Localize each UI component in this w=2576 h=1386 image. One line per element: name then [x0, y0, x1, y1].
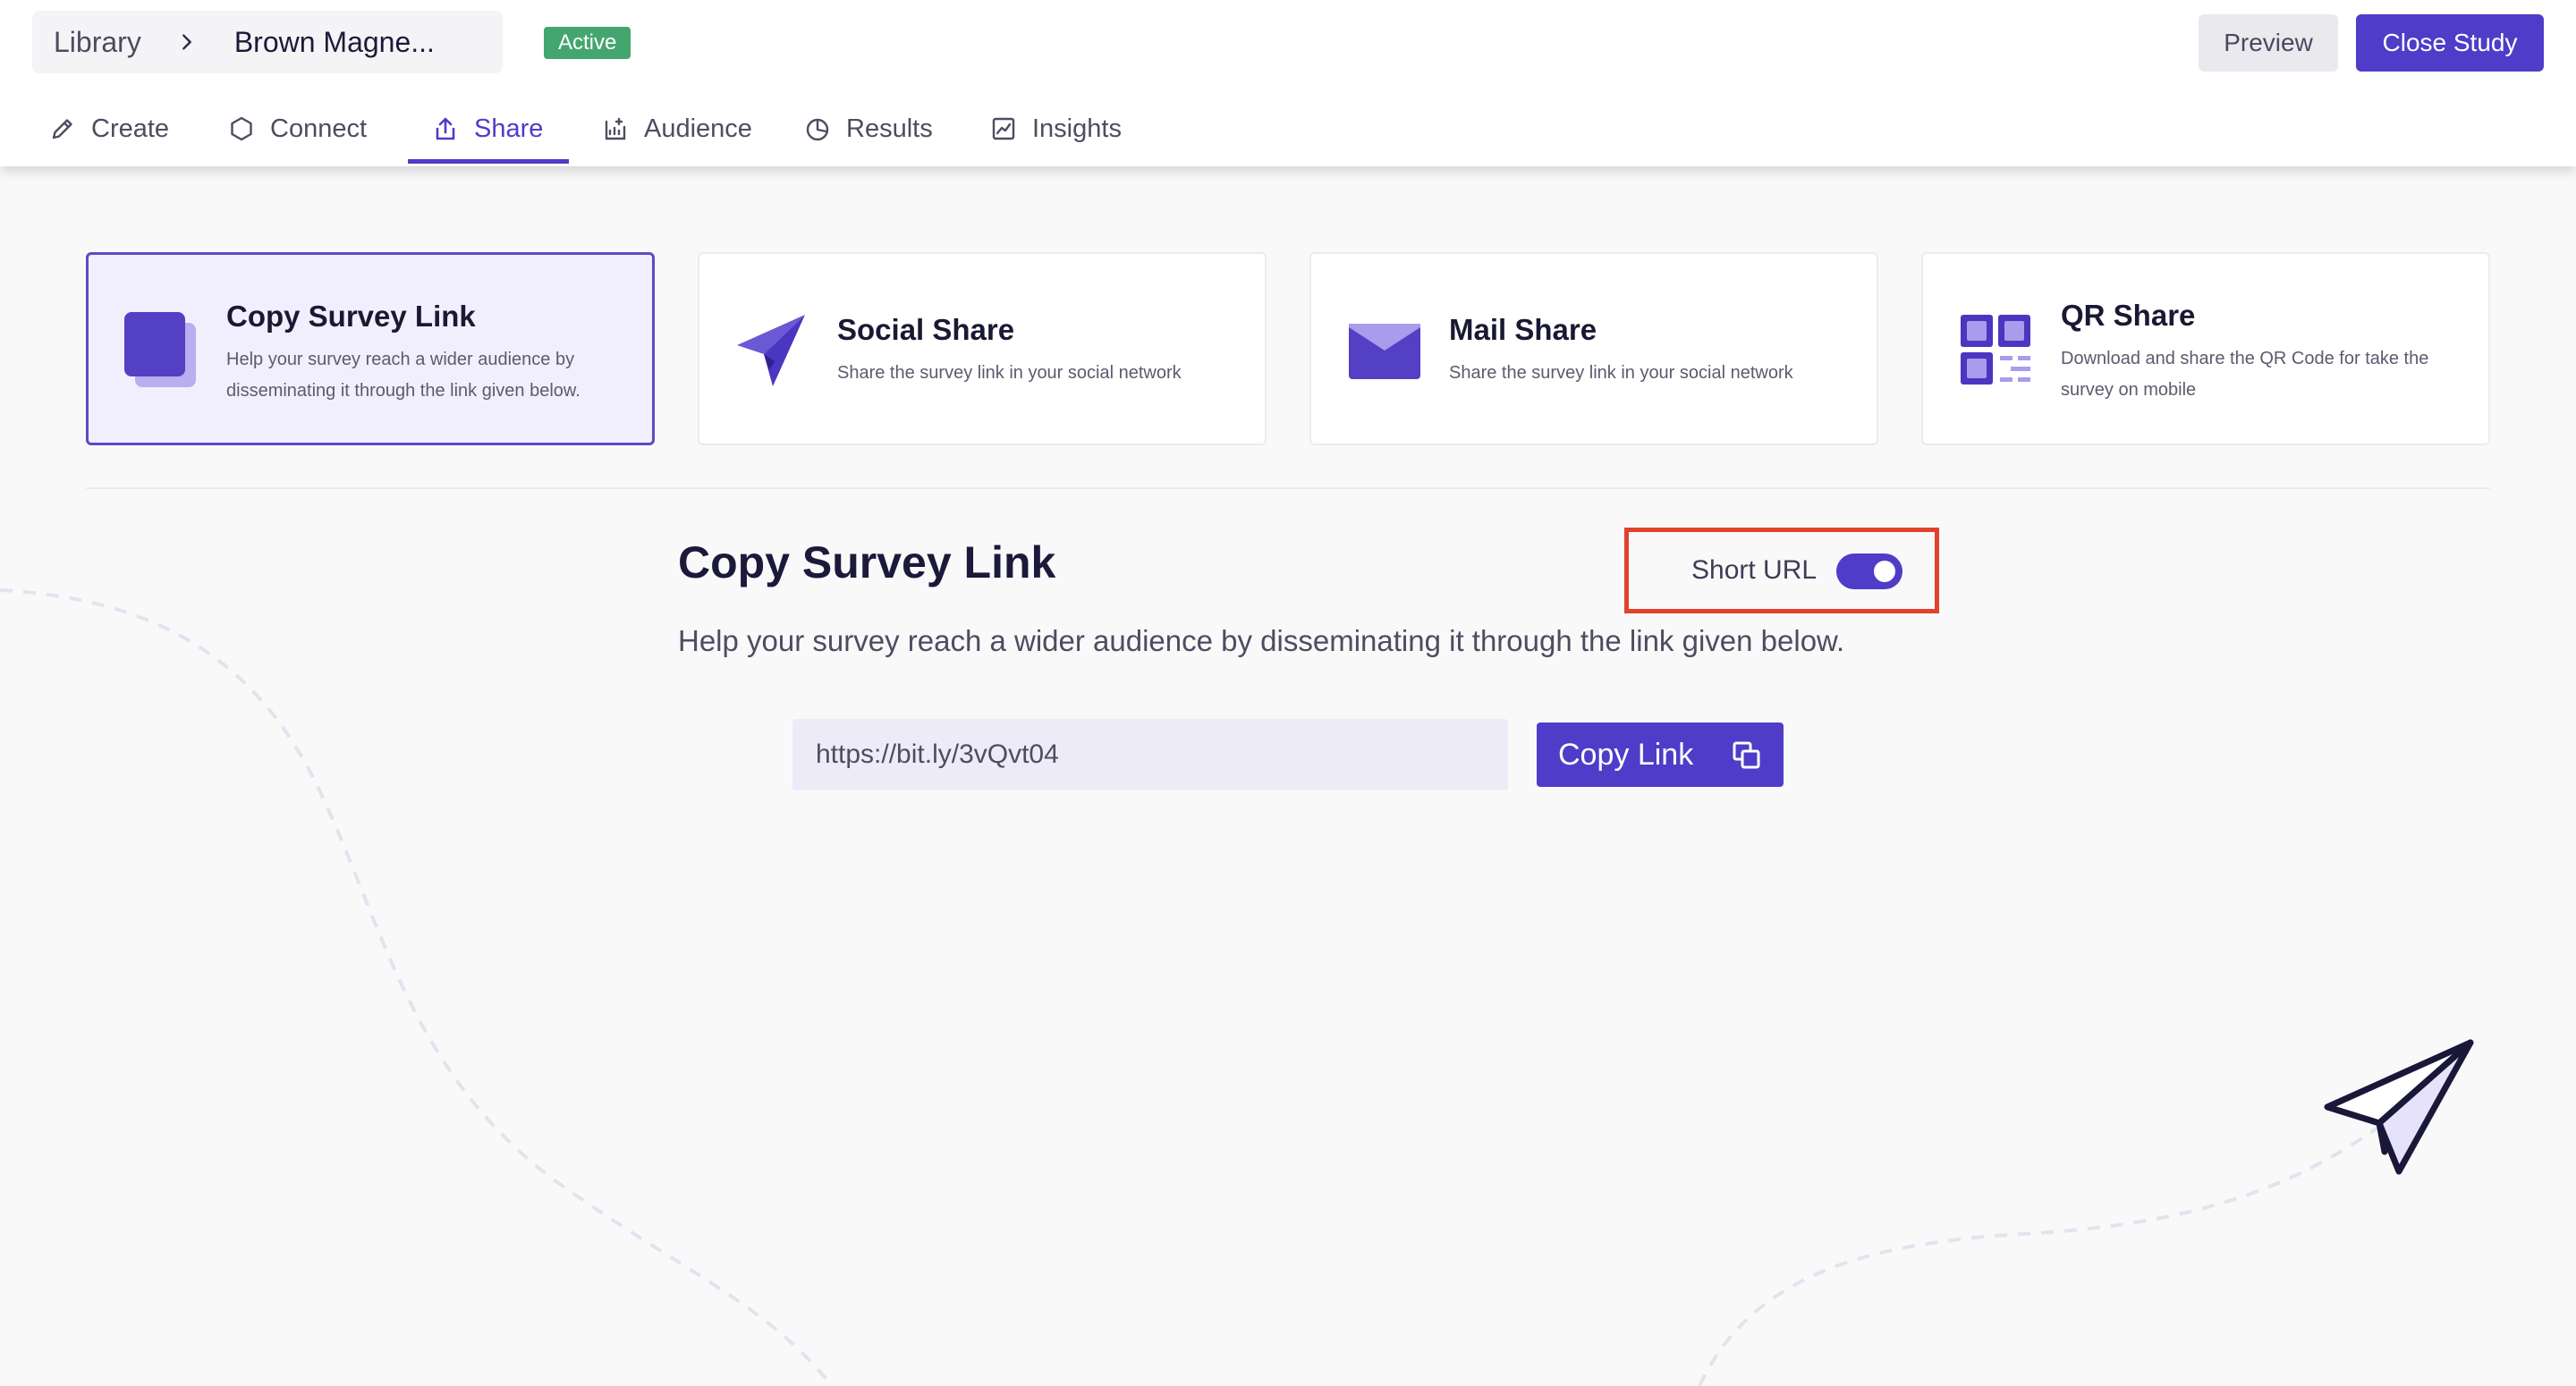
line-chart-icon [992, 117, 1015, 140]
breadcrumb-library-link[interactable]: Library [54, 26, 141, 59]
share-option-desc: Help your survey reach a wider audience … [226, 350, 580, 401]
survey-link-input[interactable] [792, 719, 1508, 790]
qr-code-icon [1961, 315, 2030, 385]
preview-button[interactable]: Preview [2199, 14, 2338, 72]
section-divider [86, 487, 2490, 489]
share-option-title: Social Share [837, 313, 1015, 346]
pencil-icon [52, 119, 72, 139]
share-option-title: Mail Share [1449, 313, 1597, 346]
copy-link-button[interactable]: Copy Link [1537, 723, 1784, 787]
breadcrumb: Library Brown Magne... [32, 11, 503, 73]
tab-share[interactable]: Share [431, 106, 543, 166]
tab-audience[interactable]: Audience [601, 106, 752, 166]
tab-create[interactable]: Create [48, 106, 169, 166]
share-option-copy-link[interactable]: Copy Survey Link Help your survey reach … [86, 252, 655, 445]
share-option-social[interactable]: Social Share Share the survey link in yo… [698, 252, 1267, 445]
share-option-desc: Share the survey link in your social net… [1449, 363, 1793, 383]
chevron-right-icon [182, 34, 191, 50]
share-option-qr[interactable]: QR Share Download and share the QR Code … [1921, 252, 2490, 445]
paper-plane-illustration [2324, 1039, 2474, 1175]
toggle-knob [1874, 561, 1895, 582]
section-title: Copy Survey Link [678, 537, 1056, 587]
hexagon-icon [231, 116, 252, 141]
copy-link-label: Copy Link [1558, 737, 1694, 772]
short-url-toggle[interactable] [1836, 554, 1902, 589]
share-option-title: Copy Survey Link [226, 300, 476, 333]
share-option-mail[interactable]: Mail Share Share the survey link in your… [1309, 252, 1878, 445]
share-option-desc: Share the survey link in your social net… [837, 363, 1182, 383]
share-option-title: QR Share [2061, 299, 2196, 332]
section-description: Help your survey reach a wider audience … [678, 624, 1845, 657]
share-upload-icon [436, 117, 455, 140]
tab-insights[interactable]: Insights [989, 106, 1122, 166]
tab-connect-label: Connect [270, 114, 368, 143]
short-url-highlight: Short URL [1624, 528, 1939, 613]
tab-connect[interactable]: Connect [227, 106, 367, 166]
copy-squares-icon [124, 312, 196, 387]
tab-bar: Create Connect Share Audience Results In… [0, 106, 1252, 166]
pie-chart-icon [806, 118, 829, 141]
tab-results[interactable]: Results [803, 106, 933, 166]
paper-plane-icon [737, 315, 805, 386]
breadcrumb-study-name: Brown Magne... [233, 25, 435, 58]
tab-create-label: Create [91, 114, 170, 143]
active-tab-indicator [408, 159, 569, 164]
top-header: Library Brown Magne... Active Preview Cl… [0, 0, 2576, 166]
mail-icon [1349, 324, 1420, 379]
copy-icon [1733, 741, 1760, 769]
tab-share-label: Share [474, 114, 544, 143]
short-url-label: Short URL [1691, 555, 1818, 585]
close-study-button[interactable]: Close Study [2356, 14, 2544, 72]
tab-results-label: Results [846, 114, 933, 143]
tab-audience-label: Audience [644, 114, 752, 143]
audience-icon [605, 117, 626, 140]
tab-insights-label: Insights [1032, 114, 1122, 143]
status-badge: Active [544, 27, 631, 59]
share-option-desc: Download and share the QR Code for take … [2061, 349, 2429, 400]
